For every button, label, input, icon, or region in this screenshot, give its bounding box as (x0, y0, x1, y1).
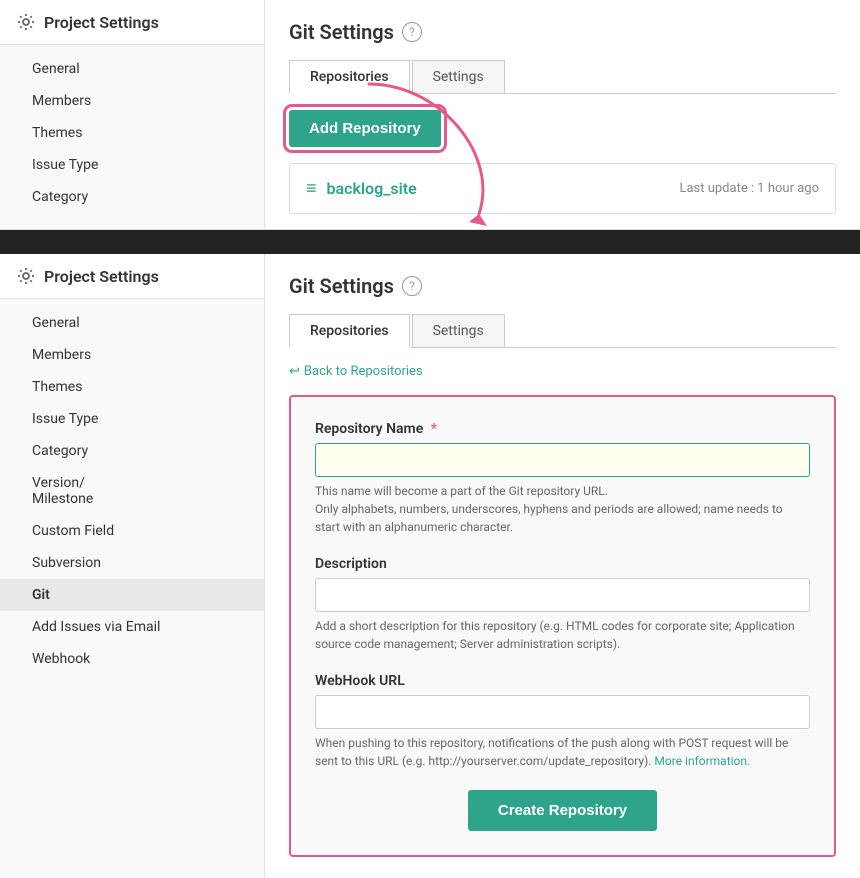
repo-item-left: ≡ backlog_site (306, 178, 417, 199)
sidebar-item-issuetype[interactable]: Issue Type (0, 403, 264, 435)
repo-last-update: Last update : 1 hour ago (679, 181, 819, 196)
required-star: * (431, 421, 437, 437)
top-help-icon[interactable]: ? (402, 22, 422, 42)
top-tabs: Repositories Settings (289, 60, 836, 94)
top-git-settings-header: Git Settings ? (289, 20, 836, 44)
webhook-url-group: WebHook URL When pushing to this reposit… (315, 673, 810, 770)
bottom-gear-icon (16, 266, 36, 286)
bottom-tab-repositories[interactable]: Repositories (289, 314, 410, 348)
bottom-main-content: Git Settings ? Repositories Settings ↩ B… (265, 254, 860, 878)
sidebar-item-general[interactable]: General (0, 307, 264, 339)
top-sidebar: Project Settings General Members Themes … (0, 0, 265, 229)
sidebar-item-custom-field[interactable]: Custom Field (0, 515, 264, 547)
sidebar-item-webhook[interactable]: Webhook (0, 643, 264, 675)
back-link-text: Back to Repositories (304, 364, 423, 379)
sidebar-item-themes-top[interactable]: Themes (0, 117, 264, 149)
sidebar-item-general-top[interactable]: General (0, 53, 264, 85)
webhook-url-input[interactable] (315, 695, 810, 729)
top-git-settings-title: Git Settings (289, 20, 394, 44)
sidebar-item-add-issues-email[interactable]: Add Issues via Email (0, 611, 264, 643)
bottom-help-icon[interactable]: ? (402, 276, 422, 296)
top-main-content: Git Settings ? Repositories Settings Add… (265, 0, 860, 229)
sidebar-item-category[interactable]: Category (0, 435, 264, 467)
black-band-divider (0, 230, 860, 254)
webhook-more-info-link[interactable]: More information. (654, 754, 750, 768)
create-repository-button[interactable]: Create Repository (468, 790, 657, 831)
repo-name-input[interactable] (315, 443, 810, 477)
top-sidebar-title: Project Settings (44, 13, 159, 32)
sidebar-item-category-top[interactable]: Category (0, 181, 264, 213)
description-hint: Add a short description for this reposit… (315, 617, 810, 653)
bottom-tabs: Repositories Settings (289, 314, 836, 348)
bottom-sidebar-title: Project Settings (44, 267, 159, 286)
webhook-hint: When pushing to this repository, notific… (315, 734, 810, 770)
gear-icon (16, 12, 36, 32)
top-sidebar-header: Project Settings (0, 0, 264, 45)
bottom-tab-settings[interactable]: Settings (412, 314, 505, 347)
repo-lines-icon: ≡ (306, 178, 317, 199)
sidebar-item-members[interactable]: Members (0, 339, 264, 371)
top-tab-repositories[interactable]: Repositories (289, 60, 410, 94)
sidebar-item-themes[interactable]: Themes (0, 371, 264, 403)
repo-name-label: Repository Name * (315, 421, 810, 437)
repo-name-hint: This name will become a part of the Git … (315, 482, 810, 536)
description-group: Description Add a short description for … (315, 556, 810, 653)
webhook-url-label: WebHook URL (315, 673, 810, 689)
sidebar-item-git[interactable]: Git (0, 579, 264, 611)
top-sidebar-nav: General Members Themes Issue Type Catego… (0, 45, 264, 221)
description-label: Description (315, 556, 810, 572)
add-repository-button[interactable]: Add Repository (289, 110, 441, 147)
sidebar-item-issuetype-top[interactable]: Issue Type (0, 149, 264, 181)
back-to-repositories-link[interactable]: ↩ Back to Repositories (289, 364, 836, 379)
description-input[interactable] (315, 578, 810, 612)
sidebar-item-members-top[interactable]: Members (0, 85, 264, 117)
bottom-git-settings-title: Git Settings (289, 274, 394, 298)
repository-item: ≡ backlog_site Last update : 1 hour ago (289, 163, 836, 214)
bottom-git-settings-header: Git Settings ? (289, 274, 836, 298)
repo-name[interactable]: backlog_site (327, 179, 417, 198)
sidebar-item-version-milestone[interactable]: Version/Milestone (0, 467, 264, 515)
top-tab-settings[interactable]: Settings (412, 60, 505, 93)
bottom-sidebar-header: Project Settings (0, 254, 264, 299)
sidebar-item-subversion[interactable]: Subversion (0, 547, 264, 579)
bottom-sidebar: Project Settings General Members Themes … (0, 254, 265, 878)
bottom-sidebar-nav: General Members Themes Issue Type Catego… (0, 299, 264, 683)
add-repository-form: Repository Name * This name will become … (289, 395, 836, 857)
back-link-arrow-icon: ↩ (289, 364, 300, 379)
repo-name-group: Repository Name * This name will become … (315, 421, 810, 536)
